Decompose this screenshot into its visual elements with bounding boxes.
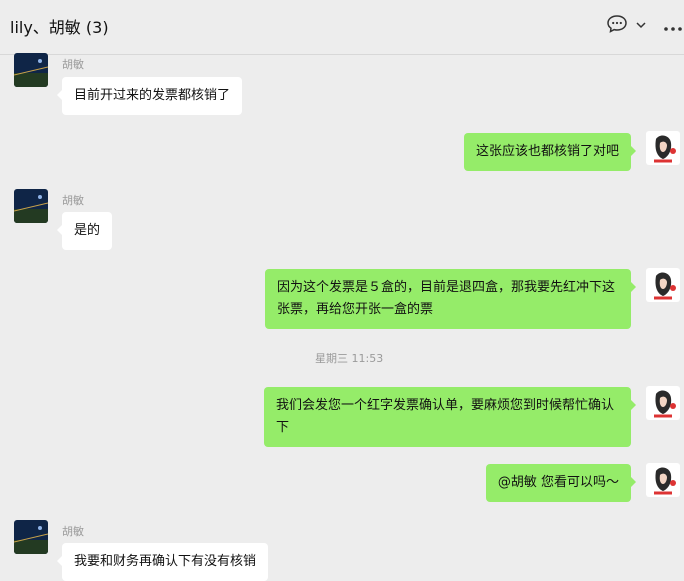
avatar-self[interactable] <box>646 463 680 497</box>
avatar-contact[interactable] <box>14 520 48 554</box>
chevron-down-icon[interactable] <box>635 16 647 35</box>
message-bubble-outgoing[interactable]: 我们会发您一个红字发票确认单，要麻烦您到时候帮忙确认下 <box>264 387 636 447</box>
message-bubble-incoming[interactable]: 是的 <box>56 212 113 250</box>
timestamp: 星期三 11:53 <box>315 352 384 365</box>
message-bubble-outgoing[interactable]: 这张应该也都核销了对吧 <box>463 133 637 171</box>
sender-name: 胡敏 <box>62 525 84 538</box>
avatar-self[interactable] <box>646 268 680 302</box>
chat-bubble-icon[interactable] <box>606 14 628 38</box>
avatar-contact[interactable] <box>14 53 48 87</box>
avatar-self[interactable] <box>646 131 680 165</box>
message-bubble-incoming[interactable]: 我要和财务再确认下有没有核销 <box>56 543 269 581</box>
message-bubble-outgoing[interactable]: @胡敏 您看可以吗～ <box>485 464 637 502</box>
message-bubble-incoming[interactable]: 目前开过来的发票都核销了 <box>56 77 243 115</box>
more-icon[interactable] <box>663 18 683 37</box>
message-bubble-outgoing[interactable]: 因为这个发票是５盒的，目前是退四盒，那我要先红冲下这张票，再给您开张一盒的票 <box>265 269 636 329</box>
chat-title: lily、胡敏 (3) <box>10 18 109 37</box>
avatar-contact[interactable] <box>14 189 48 223</box>
sender-name: 胡敏 <box>62 194 84 207</box>
avatar-self[interactable] <box>646 386 680 420</box>
chat-header: lily、胡敏 (3) <box>0 0 684 55</box>
sender-name: 胡敏 <box>62 58 84 71</box>
